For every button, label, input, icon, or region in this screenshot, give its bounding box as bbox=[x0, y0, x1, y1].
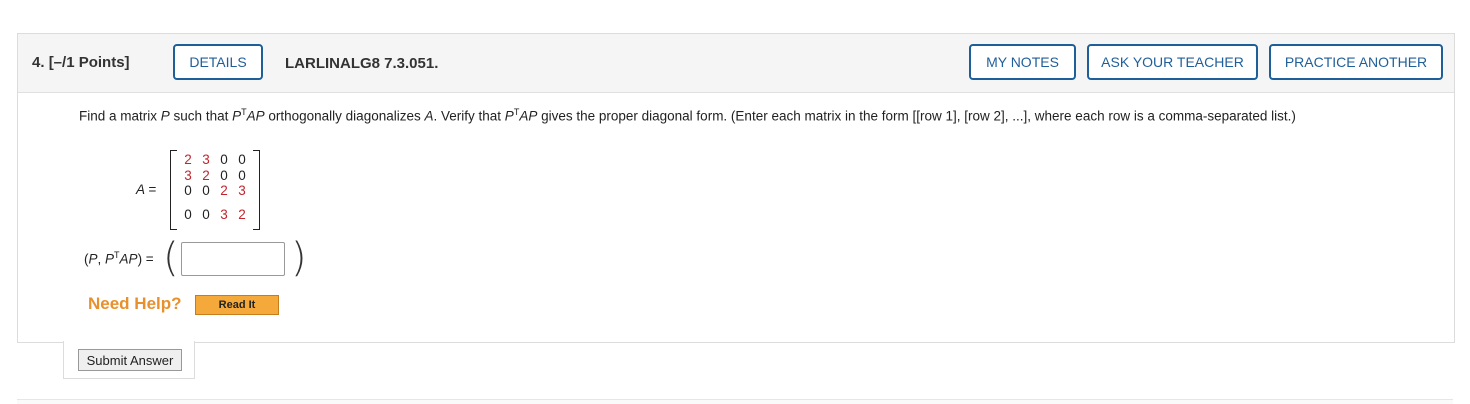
matrix-cell: 0 bbox=[220, 168, 228, 183]
matrix-cell: 0 bbox=[184, 207, 192, 222]
details-button[interactable]: DETAILS bbox=[173, 44, 263, 80]
question-number-label: 4. bbox=[32, 54, 45, 71]
prompt-text: such that bbox=[169, 108, 233, 124]
prompt-text: Find a matrix bbox=[79, 108, 161, 124]
answer-label-part: P bbox=[105, 251, 115, 267]
read-it-button[interactable]: Read It bbox=[195, 295, 279, 315]
matrix-cell: 0 bbox=[202, 207, 210, 222]
matrix-cell: 0 bbox=[184, 183, 192, 198]
answer-paren-right: ) bbox=[291, 235, 307, 281]
answer-input[interactable] bbox=[181, 242, 285, 276]
question-source: LARLINALG8 7.3.051. bbox=[285, 55, 439, 72]
question-header: 4. [–/1 Points] DETAILS LARLINALG8 7.3.0… bbox=[18, 34, 1454, 93]
matrix-cell: 3 bbox=[184, 168, 192, 183]
answer-label-part: P bbox=[88, 251, 98, 267]
matrix-cell: 0 bbox=[202, 183, 210, 198]
matrix-cell: 2 bbox=[220, 183, 228, 198]
matrix-label: A = bbox=[136, 182, 157, 197]
matrix-cell: 0 bbox=[238, 168, 246, 183]
prompt-text: orthogonally diagonalizes bbox=[264, 108, 425, 124]
submit-answer-button[interactable]: Submit Answer bbox=[78, 349, 182, 371]
question-prompt: Find a matrix P such that PTAP orthogona… bbox=[79, 102, 1399, 127]
points-label: [–/1 Points] bbox=[48, 54, 130, 71]
matrix-cell: 3 bbox=[202, 152, 210, 167]
matrix-cell: 2 bbox=[184, 152, 192, 167]
answer-label-part: ) = bbox=[137, 251, 154, 267]
prompt-text: . Verify that bbox=[433, 108, 505, 124]
next-question-edge bbox=[17, 399, 1453, 404]
need-help-label: Need Help? bbox=[88, 294, 182, 313]
matrix-bracket-right bbox=[253, 150, 260, 230]
practice-another-button[interactable]: PRACTICE ANOTHER bbox=[1269, 44, 1443, 80]
matrix-bracket-left bbox=[170, 150, 177, 230]
matrix-cell: 0 bbox=[238, 152, 246, 167]
matrix-a: 2 3 0 0 3 2 0 0 0 0 2 3 0 0 3 2 bbox=[170, 150, 260, 230]
prompt-var-ap: AP bbox=[519, 108, 538, 124]
question-card: 4. [–/1 Points] DETAILS LARLINALG8 7.3.0… bbox=[17, 33, 1455, 343]
answer-label-part: AP bbox=[119, 251, 138, 267]
ask-teacher-button[interactable]: ASK YOUR TEACHER bbox=[1087, 44, 1258, 80]
prompt-text: gives the proper diagonal form. (Enter e… bbox=[537, 108, 1296, 124]
answer-label: (P, PTAP) = bbox=[84, 250, 154, 267]
prompt-var-p: P bbox=[232, 108, 242, 124]
matrix-cell: 0 bbox=[220, 152, 228, 167]
prompt-var-a: A bbox=[424, 108, 434, 124]
answer-paren-left: ( bbox=[163, 235, 179, 281]
prompt-var-ap: AP bbox=[246, 108, 265, 124]
prompt-var-p: P bbox=[160, 108, 170, 124]
question-number: 4. [–/1 Points] bbox=[32, 54, 130, 71]
my-notes-button[interactable]: MY NOTES bbox=[969, 44, 1076, 80]
answer-label-part: , bbox=[97, 251, 106, 267]
matrix-cell: 3 bbox=[238, 183, 246, 198]
prompt-var-p: P bbox=[504, 108, 514, 124]
matrix-cell: 3 bbox=[220, 207, 228, 222]
matrix-cell: 2 bbox=[238, 207, 246, 222]
matrix-cell: 2 bbox=[202, 168, 210, 183]
